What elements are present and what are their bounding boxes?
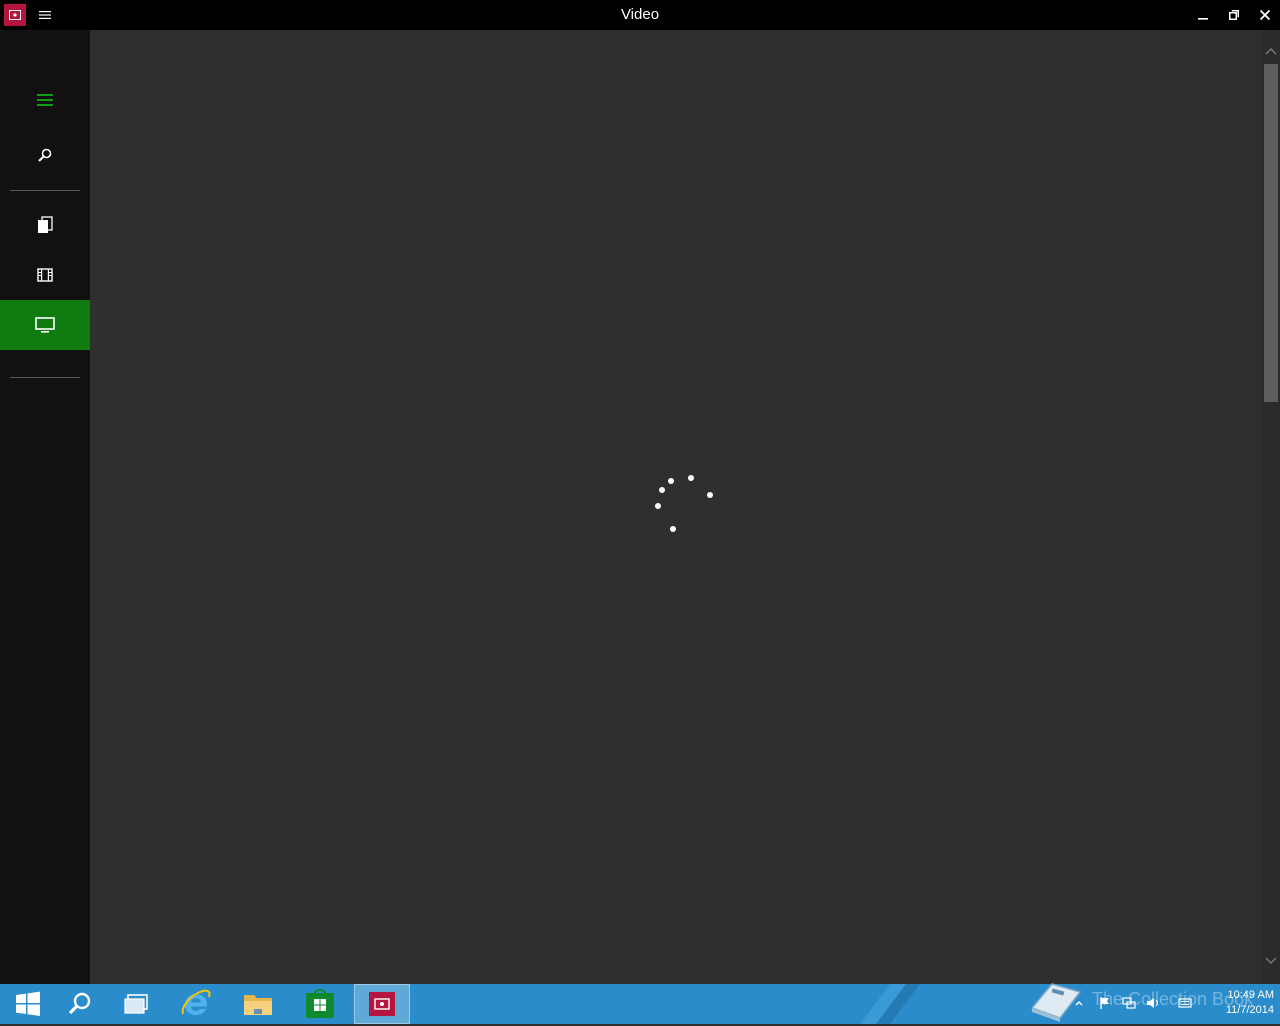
taskbar-search-button[interactable] (52, 984, 108, 1024)
sidebar-divider (10, 377, 80, 378)
close-icon (1260, 10, 1270, 20)
windows-logo-icon (16, 991, 40, 1016)
spinner-dot (668, 478, 674, 484)
system-tray (1070, 992, 1200, 1016)
chevron-up-icon (1265, 47, 1277, 55)
collection-icon (38, 216, 53, 233)
sidebar-divider (10, 190, 80, 191)
clock-date: 11/7/2014 (1225, 1004, 1274, 1016)
clock-time: 10:49 AM (1227, 989, 1274, 1001)
minimize-icon (1198, 18, 1208, 20)
internet-explorer-icon (181, 989, 211, 1015)
video-app-icon (4, 4, 26, 26)
spinner-dot (659, 487, 665, 493)
task-view-icon (124, 994, 148, 1014)
start-button[interactable] (0, 984, 56, 1024)
internet-explorer-button[interactable] (168, 984, 224, 1024)
loading-spinner (640, 470, 720, 540)
chevron-down-icon (1265, 957, 1277, 965)
scroll-up-arrow[interactable] (1262, 44, 1280, 58)
task-view-button[interactable] (108, 984, 164, 1024)
spinner-dot (670, 526, 676, 532)
scroll-down-arrow[interactable] (1262, 954, 1280, 968)
clock[interactable]: 10:49 AM 11/7/2014 (1204, 988, 1274, 1018)
sidebar-item-movies[interactable] (0, 250, 90, 300)
search-icon (38, 148, 52, 162)
network-icon[interactable] (1122, 996, 1136, 1010)
volume-icon[interactable] (1146, 996, 1160, 1010)
spinner-dot (707, 492, 713, 498)
film-icon (37, 268, 53, 282)
folder-icon (244, 995, 272, 1015)
video-app-icon (369, 992, 395, 1016)
store-icon (306, 989, 334, 1018)
hamburger-menu-icon[interactable] (36, 6, 54, 24)
restore-button[interactable] (1218, 0, 1250, 30)
spinner-dot (655, 503, 661, 509)
title-bar: Video (0, 0, 1280, 30)
minimize-button[interactable] (1187, 0, 1219, 30)
sidebar-item-search[interactable] (0, 130, 90, 180)
spinner-dot (688, 475, 694, 481)
store-button[interactable] (292, 984, 348, 1024)
sidebar-item-collection[interactable] (0, 200, 90, 250)
flag-icon[interactable] (1098, 996, 1112, 1010)
navigation-sidebar (0, 30, 90, 984)
taskbar: The Collection Book 10:49 AM 11/7/2014 (0, 983, 1280, 1024)
file-explorer-button[interactable] (230, 984, 286, 1024)
keyboard-icon[interactable] (1178, 996, 1192, 1010)
sidebar-item-tv[interactable] (0, 300, 90, 350)
taskbar-decoration (860, 984, 920, 1024)
search-icon (68, 992, 91, 1015)
video-taskbar-button[interactable] (354, 984, 410, 1024)
chevron-up-icon[interactable] (1072, 996, 1086, 1010)
window-title: Video (620, 6, 660, 23)
green-hamburger-icon (37, 94, 53, 106)
tv-icon (35, 317, 55, 333)
sidebar-item-menu[interactable] (0, 75, 90, 125)
close-button[interactable] (1249, 0, 1280, 30)
vertical-scrollbar[interactable] (1262, 30, 1280, 984)
scroll-thumb[interactable] (1264, 64, 1278, 402)
restore-icon (1229, 10, 1239, 20)
